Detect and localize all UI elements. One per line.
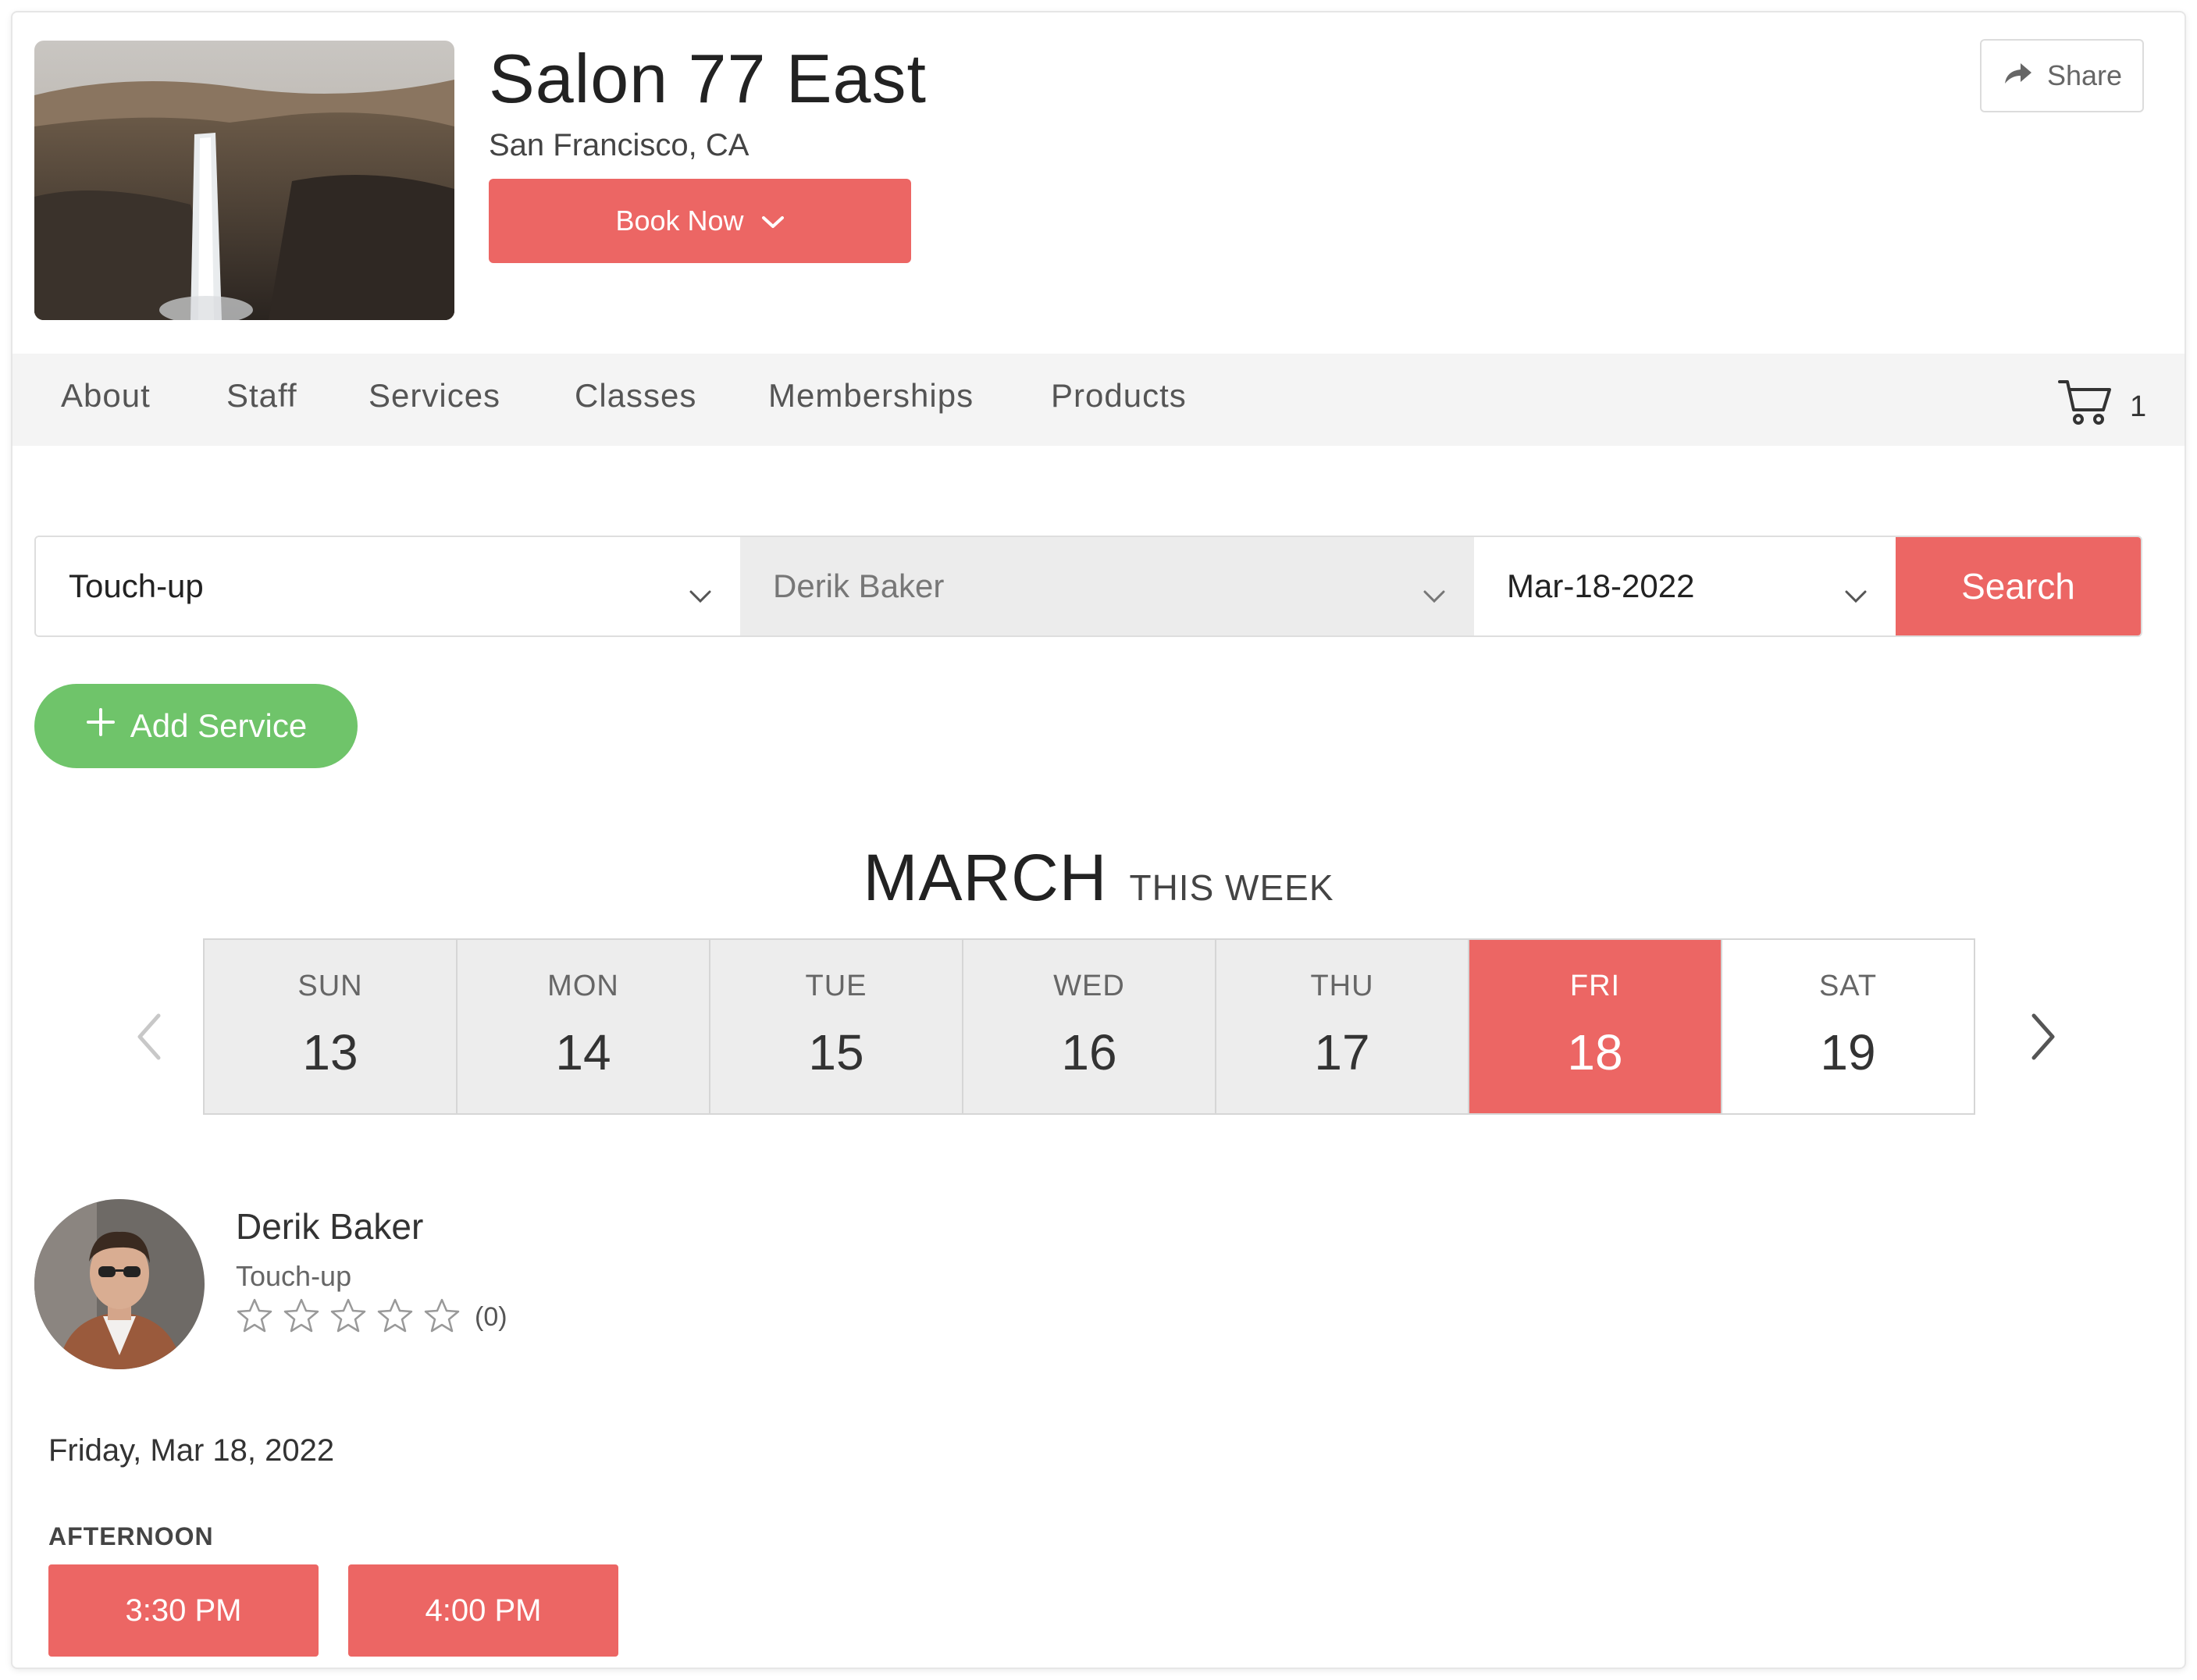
day-wed[interactable]: WED 16: [963, 940, 1216, 1113]
chevron-down-icon: [1423, 575, 1446, 613]
time-slot-button[interactable]: 4:00 PM: [348, 1564, 618, 1657]
business-location: San Francisco, CA: [489, 128, 750, 162]
day-name: FRI: [1569, 970, 1621, 1002]
calendar-month: MARCH: [863, 841, 1108, 914]
chevron-down-icon: [689, 575, 712, 613]
nav-about[interactable]: About: [61, 377, 151, 415]
day-thu[interactable]: THU 17: [1216, 940, 1469, 1113]
search-bar: Touch-up Derik Baker Mar-18-2022 Search: [34, 536, 2142, 637]
service-select[interactable]: Touch-up: [36, 537, 740, 635]
booking-page: Salon 77 East San Francisco, CA Book Now…: [12, 12, 2185, 1668]
share-icon: [2002, 59, 2033, 92]
day-sun[interactable]: SUN 13: [205, 940, 458, 1113]
chevron-down-icon: [1844, 575, 1868, 613]
star-icon: [283, 1297, 320, 1337]
chevron-left-icon: [135, 1013, 162, 1065]
day-number: 14: [555, 1024, 611, 1080]
nav-staff[interactable]: Staff: [226, 377, 297, 415]
review-count[interactable]: (0): [475, 1302, 507, 1333]
main-nav: About Staff Services Classes Memberships…: [12, 354, 2185, 446]
day-tue[interactable]: TUE 15: [710, 940, 963, 1113]
day-fri[interactable]: FRI 18: [1469, 940, 1722, 1113]
plus-icon: [85, 707, 116, 746]
day-number: 17: [1314, 1024, 1370, 1080]
day-mon[interactable]: MON 14: [458, 940, 710, 1113]
business-name: Salon 77 East: [489, 40, 927, 117]
prev-week-button[interactable]: [125, 999, 172, 1077]
date-select-value: Mar-18-2022: [1507, 568, 1695, 604]
week-days: SUN 13 MON 14 TUE 15 WED 16 THU 17 FRI 1…: [203, 938, 1975, 1115]
nav-classes[interactable]: Classes: [575, 377, 696, 415]
cart-icon: [2058, 379, 2113, 435]
search-button[interactable]: Search: [1896, 537, 2141, 635]
day-name: SAT: [1818, 970, 1878, 1002]
day-name: THU: [1310, 970, 1374, 1002]
time-slot-button[interactable]: 3:30 PM: [48, 1564, 319, 1657]
cart-button[interactable]: 1: [2058, 379, 2146, 435]
share-button[interactable]: Share: [1980, 39, 2144, 112]
day-number: 13: [302, 1024, 358, 1080]
rating-stars: (0): [236, 1297, 507, 1337]
nav-services[interactable]: Services: [369, 377, 500, 415]
day-number: 15: [808, 1024, 864, 1080]
day-name: TUE: [805, 970, 867, 1002]
cart-count: 1: [2130, 390, 2147, 423]
nav-products[interactable]: Products: [1051, 377, 1187, 415]
date-select[interactable]: Mar-18-2022: [1474, 537, 1896, 635]
business-photo: [34, 41, 454, 320]
calendar-heading: MARCH THIS WEEK: [12, 840, 2185, 916]
chevron-down-icon: [761, 205, 785, 237]
staff-select-value: Derik Baker: [773, 568, 945, 604]
period-label: AFTERNOON: [48, 1522, 214, 1550]
day-number: 19: [1820, 1024, 1876, 1080]
day-name: MON: [547, 970, 619, 1002]
star-icon: [376, 1297, 414, 1337]
day-sat[interactable]: SAT 19: [1722, 940, 1974, 1113]
selected-date: Friday, Mar 18, 2022: [48, 1433, 335, 1468]
day-name: SUN: [297, 970, 363, 1002]
staff-name[interactable]: Derik Baker: [236, 1205, 423, 1248]
star-icon: [236, 1297, 273, 1337]
day-number: 18: [1567, 1024, 1623, 1080]
book-now-label: Book Now: [615, 205, 744, 237]
avatar: [34, 1199, 205, 1369]
star-icon: [423, 1297, 461, 1337]
share-label: Share: [2046, 59, 2123, 91]
book-now-button[interactable]: Book Now: [489, 179, 911, 263]
nav-memberships[interactable]: Memberships: [768, 377, 974, 415]
day-name: WED: [1053, 970, 1125, 1002]
chevron-right-icon: [2031, 1013, 2057, 1065]
staff-select[interactable]: Derik Baker: [740, 537, 1474, 635]
add-service-button[interactable]: Add Service: [34, 684, 358, 768]
calendar-week-label: THIS WEEK: [1129, 867, 1334, 908]
service-select-value: Touch-up: [69, 568, 204, 604]
day-number: 16: [1061, 1024, 1117, 1080]
star-icon: [329, 1297, 367, 1337]
next-week-button[interactable]: [2021, 999, 2067, 1077]
staff-service: Touch-up: [236, 1260, 352, 1292]
add-service-label: Add Service: [130, 707, 308, 744]
